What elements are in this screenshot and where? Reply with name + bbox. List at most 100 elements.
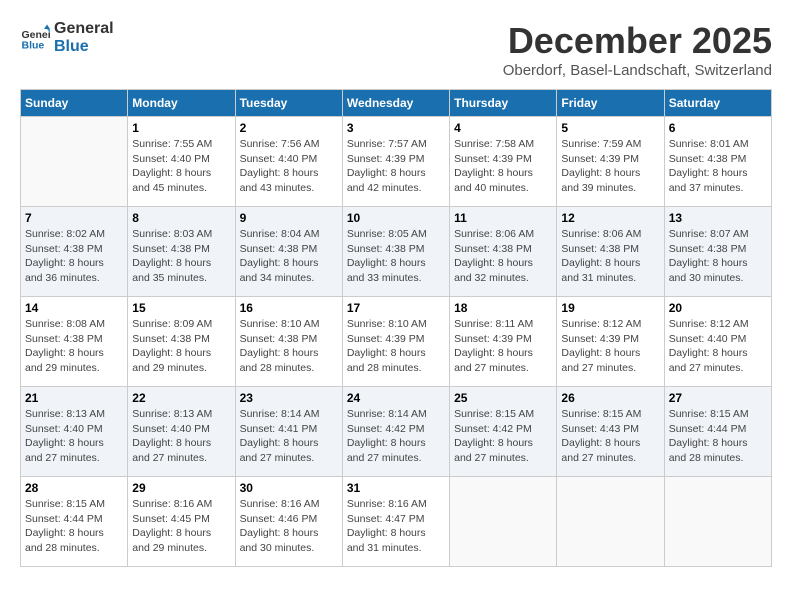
- day-number: 2: [240, 121, 338, 135]
- day-number: 15: [132, 301, 230, 315]
- day-number: 20: [669, 301, 767, 315]
- calendar-cell: 3Sunrise: 7:57 AM Sunset: 4:39 PM Daylig…: [342, 117, 449, 207]
- day-number: 13: [669, 211, 767, 225]
- calendar-cell: 12 Sunrise: 8:06 AM Sunset: 4:38 PM Dayli…: [557, 207, 664, 297]
- logo-icon: General Blue: [20, 23, 50, 53]
- day-number: 11: [454, 211, 552, 225]
- day-info: Sunrise: 8:01 AM Sunset: 4:38 PM Dayligh…: [669, 137, 767, 196]
- weekday-header-sunday: Sunday: [21, 90, 128, 117]
- title-block: December 2025 Oberdorf, Basel-Landschaft…: [503, 20, 772, 79]
- day-number: 12: [561, 211, 659, 225]
- day-info: Sunrise: 8:15 AM Sunset: 4:44 PM Dayligh…: [25, 497, 123, 556]
- day-number: 28: [25, 481, 123, 495]
- day-info: Sunrise: 8:16 AM Sunset: 4:46 PM Dayligh…: [240, 497, 338, 556]
- calendar-cell: 26Sunrise: 8:15 AM Sunset: 4:43 PM Dayli…: [557, 387, 664, 477]
- calendar-cell: 19Sunrise: 8:12 AM Sunset: 4:39 PM Dayli…: [557, 297, 664, 387]
- day-number: 8: [132, 211, 230, 225]
- calendar-cell: 17 Sunrise: 8:10 AM Sunset: 4:39 PM Dayli…: [342, 297, 449, 387]
- day-info: Sunrise: 8:10 AM Sunset: 4:38 PM Dayligh…: [240, 317, 338, 376]
- calendar-cell: 23Sunrise: 8:14 AM Sunset: 4:41 PM Dayli…: [235, 387, 342, 477]
- calendar-cell: 30Sunrise: 8:16 AM Sunset: 4:46 PM Dayli…: [235, 477, 342, 567]
- calendar-cell: [664, 477, 771, 567]
- calendar-cell: 8Sunrise: 8:03 AM Sunset: 4:38 PM Daylig…: [128, 207, 235, 297]
- calendar-cell: 28 Sunrise: 8:15 AM Sunset: 4:44 PM Dayli…: [21, 477, 128, 567]
- day-info: Sunrise: 7:56 AM Sunset: 4:40 PM Dayligh…: [240, 137, 338, 196]
- day-number: 1: [132, 121, 230, 135]
- day-number: 14: [25, 301, 123, 315]
- day-info: Sunrise: 7:55 AM Sunset: 4:40 PM Dayligh…: [132, 137, 230, 196]
- calendar-cell: 25Sunrise: 8:15 AM Sunset: 4:42 PM Dayli…: [450, 387, 557, 477]
- day-number: 9: [240, 211, 338, 225]
- calendar-cell: [21, 117, 128, 207]
- calendar-cell: 27 Sunrise: 8:15 AM Sunset: 4:44 PM Dayli…: [664, 387, 771, 477]
- day-number: 25: [454, 391, 552, 405]
- calendar-cell: 11 Sunrise: 8:06 AM Sunset: 4:38 PM Dayli…: [450, 207, 557, 297]
- day-number: 6: [669, 121, 767, 135]
- day-info: Sunrise: 8:07 AM Sunset: 4:38 PM Dayligh…: [669, 227, 767, 286]
- weekday-header-wednesday: Wednesday: [342, 90, 449, 117]
- day-info: Sunrise: 8:10 AM Sunset: 4:39 PM Dayligh…: [347, 317, 445, 376]
- month-title: December 2025: [503, 20, 772, 62]
- calendar-cell: 15Sunrise: 8:09 AM Sunset: 4:38 PM Dayli…: [128, 297, 235, 387]
- weekday-header-tuesday: Tuesday: [235, 90, 342, 117]
- location-title: Oberdorf, Basel-Landschaft, Switzerland: [503, 62, 772, 79]
- day-number: 21: [25, 391, 123, 405]
- day-number: 18: [454, 301, 552, 315]
- logo: General Blue General Blue: [20, 20, 114, 55]
- calendar-cell: 2 Sunrise: 7:56 AM Sunset: 4:40 PM Daylig…: [235, 117, 342, 207]
- day-number: 5: [561, 121, 659, 135]
- calendar-cell: 7Sunrise: 8:02 AM Sunset: 4:38 PM Daylig…: [21, 207, 128, 297]
- day-number: 4: [454, 121, 552, 135]
- calendar-week-row: 1 Sunrise: 7:55 AM Sunset: 4:40 PM Daylig…: [21, 117, 772, 207]
- day-info: Sunrise: 8:02 AM Sunset: 4:38 PM Dayligh…: [25, 227, 123, 286]
- day-info: Sunrise: 8:14 AM Sunset: 4:41 PM Dayligh…: [240, 407, 338, 466]
- calendar-cell: 31Sunrise: 8:16 AM Sunset: 4:47 PM Dayli…: [342, 477, 449, 567]
- calendar-week-row: 7Sunrise: 8:02 AM Sunset: 4:38 PM Daylig…: [21, 207, 772, 297]
- day-number: 3: [347, 121, 445, 135]
- weekday-header-monday: Monday: [128, 90, 235, 117]
- day-number: 16: [240, 301, 338, 315]
- calendar-cell: 5 Sunrise: 7:59 AM Sunset: 4:39 PM Daylig…: [557, 117, 664, 207]
- calendar-week-row: 21 Sunrise: 8:13 AM Sunset: 4:40 PM Dayli…: [21, 387, 772, 477]
- calendar-cell: 21 Sunrise: 8:13 AM Sunset: 4:40 PM Dayli…: [21, 387, 128, 477]
- day-info: Sunrise: 8:14 AM Sunset: 4:42 PM Dayligh…: [347, 407, 445, 466]
- day-number: 27: [669, 391, 767, 405]
- calendar-cell: 29 Sunrise: 8:16 AM Sunset: 4:45 PM Dayli…: [128, 477, 235, 567]
- weekday-header-friday: Friday: [557, 90, 664, 117]
- day-number: 22: [132, 391, 230, 405]
- day-info: Sunrise: 8:12 AM Sunset: 4:39 PM Dayligh…: [561, 317, 659, 376]
- day-info: Sunrise: 8:16 AM Sunset: 4:47 PM Dayligh…: [347, 497, 445, 556]
- day-info: Sunrise: 8:13 AM Sunset: 4:40 PM Dayligh…: [132, 407, 230, 466]
- day-info: Sunrise: 8:15 AM Sunset: 4:43 PM Dayligh…: [561, 407, 659, 466]
- calendar-cell: [557, 477, 664, 567]
- day-info: Sunrise: 8:16 AM Sunset: 4:45 PM Dayligh…: [132, 497, 230, 556]
- weekday-header-thursday: Thursday: [450, 90, 557, 117]
- day-info: Sunrise: 8:13 AM Sunset: 4:40 PM Dayligh…: [25, 407, 123, 466]
- calendar-cell: 20Sunrise: 8:12 AM Sunset: 4:40 PM Dayli…: [664, 297, 771, 387]
- calendar-cell: 4Sunrise: 7:58 AM Sunset: 4:39 PM Daylig…: [450, 117, 557, 207]
- calendar-cell: 16 Sunrise: 8:10 AM Sunset: 4:38 PM Dayli…: [235, 297, 342, 387]
- day-info: Sunrise: 8:15 AM Sunset: 4:44 PM Dayligh…: [669, 407, 767, 466]
- calendar-cell: 18 Sunrise: 8:11 AM Sunset: 4:39 PM Dayli…: [450, 297, 557, 387]
- day-info: Sunrise: 8:11 AM Sunset: 4:39 PM Dayligh…: [454, 317, 552, 376]
- calendar-cell: 6 Sunrise: 8:01 AM Sunset: 4:38 PM Daylig…: [664, 117, 771, 207]
- day-info: Sunrise: 8:06 AM Sunset: 4:38 PM Dayligh…: [454, 227, 552, 286]
- day-number: 17: [347, 301, 445, 315]
- day-info: Sunrise: 8:04 AM Sunset: 4:38 PM Dayligh…: [240, 227, 338, 286]
- day-number: 10: [347, 211, 445, 225]
- calendar-cell: 22 Sunrise: 8:13 AM Sunset: 4:40 PM Dayli…: [128, 387, 235, 477]
- day-info: Sunrise: 7:59 AM Sunset: 4:39 PM Dayligh…: [561, 137, 659, 196]
- calendar-cell: 9 Sunrise: 8:04 AM Sunset: 4:38 PM Daylig…: [235, 207, 342, 297]
- page-header: General Blue General Blue December 2025 …: [20, 20, 772, 79]
- calendar-week-row: 14 Sunrise: 8:08 AM Sunset: 4:38 PM Dayli…: [21, 297, 772, 387]
- calendar-table: SundayMondayTuesdayWednesdayThursdayFrid…: [20, 89, 772, 567]
- svg-text:Blue: Blue: [22, 39, 45, 51]
- day-info: Sunrise: 8:06 AM Sunset: 4:38 PM Dayligh…: [561, 227, 659, 286]
- calendar-cell: 24 Sunrise: 8:14 AM Sunset: 4:42 PM Dayli…: [342, 387, 449, 477]
- calendar-week-row: 28 Sunrise: 8:15 AM Sunset: 4:44 PM Dayli…: [21, 477, 772, 567]
- calendar-cell: 1 Sunrise: 7:55 AM Sunset: 4:40 PM Daylig…: [128, 117, 235, 207]
- day-info: Sunrise: 8:05 AM Sunset: 4:38 PM Dayligh…: [347, 227, 445, 286]
- day-number: 24: [347, 391, 445, 405]
- day-number: 29: [132, 481, 230, 495]
- day-info: Sunrise: 8:08 AM Sunset: 4:38 PM Dayligh…: [25, 317, 123, 376]
